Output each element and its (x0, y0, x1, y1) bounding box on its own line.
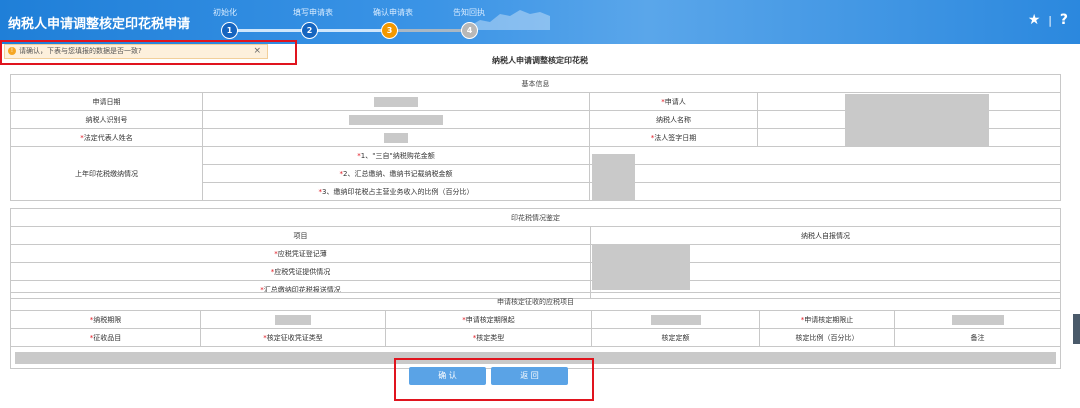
side-panel-tab[interactable] (1073, 314, 1080, 344)
redacted-last-year-block (592, 154, 635, 201)
step-label-1: 初始化 (213, 8, 237, 17)
col-tax-item: *征收品目 (10, 328, 201, 347)
last-year-item-2: *2、汇总缴纳、缴纳书记载纳税金额 (202, 164, 590, 183)
page-title: 纳税人申请调整核定印花税申请 (8, 17, 191, 32)
highlight-buttons (394, 358, 594, 401)
step-1: 1 (221, 22, 238, 39)
section-stamp: 印花税情况鉴定 (10, 208, 1061, 227)
step-line-3 (389, 29, 469, 32)
label-start: *申请核定期限起 (385, 310, 592, 329)
star-icon[interactable]: ★ (1028, 12, 1041, 28)
label-legal-rep: *法定代表人姓名 (10, 128, 203, 147)
stamp-tax-table: 印花税情况鉴定 项目 纳税人自报情况 *应税凭证登记薄 *应税凭证提供情况 *汇… (10, 208, 1061, 299)
step-line-2 (309, 29, 389, 32)
value-taxpayer-id (202, 110, 590, 129)
step-3: 3 (381, 22, 398, 39)
section-basic: 基本信息 (10, 74, 1061, 93)
col-amount: 核定定额 (591, 328, 760, 347)
stamp-row-1: *应税凭证登记薄 (10, 244, 591, 263)
label-applicant: *申请人 (589, 92, 758, 111)
label-end: *申请核定期限止 (759, 310, 895, 329)
label-taxpayer-id: 纳税人识别号 (10, 110, 203, 129)
value-start (591, 310, 760, 329)
step-2: 2 (301, 22, 318, 39)
col-item: 项目 (10, 226, 591, 245)
step-label-4: 告知回执 (453, 8, 485, 17)
label-legal-sign-date: *法人签字日期 (589, 128, 758, 147)
header-icons: ★ | ? (1028, 12, 1068, 28)
redacted-applicant-block (845, 94, 989, 146)
step-4: 4 (461, 22, 478, 39)
col-note: 备注 (893, 328, 1062, 347)
col-self-report: 纳税人自报情况 (590, 226, 1061, 245)
separator: | (1048, 14, 1052, 27)
form-title: 纳税人申请调整核定印花税 (492, 56, 588, 65)
value-last-year-3 (589, 182, 1061, 201)
value-apply-date (202, 92, 590, 111)
label-taxpayer-name: 纳税人名称 (589, 110, 758, 129)
value-legal-rep (202, 128, 590, 147)
page-header: 纳税人申请调整核定印花税申请 初始化 填写申请表 确认申请表 告知回执 1 2 … (0, 0, 1080, 44)
col-voucher-type: *核定征收凭证类型 (200, 328, 386, 347)
col-ratio: 核定比例（百分比） (759, 328, 895, 347)
col-approval-type: *核定类型 (385, 328, 592, 347)
last-year-item-1: *1、"三自"纳税购花金额 (202, 146, 590, 165)
label-period: *纳税期限 (10, 310, 201, 329)
redacted-stamp-block (592, 244, 690, 290)
label-last-year: 上年印花税缴纳情况 (10, 146, 203, 201)
help-icon[interactable]: ? (1060, 12, 1068, 28)
last-year-item-3: *3、缴纳印花税占主营业务收入的比例（百分比） (202, 182, 590, 201)
value-last-year-1 (589, 146, 1061, 165)
value-period (200, 310, 386, 329)
section-apply: 申请核定征收的应税项目 (9, 292, 1062, 311)
value-end (893, 310, 1062, 329)
step-label-3: 确认申请表 (373, 8, 413, 17)
value-last-year-2 (589, 164, 1061, 183)
step-label-2: 填写申请表 (293, 8, 333, 17)
step-line-1 (229, 29, 309, 32)
label-apply-date: 申请日期 (10, 92, 203, 111)
stamp-row-2: *应税凭证提供情况 (10, 262, 591, 281)
